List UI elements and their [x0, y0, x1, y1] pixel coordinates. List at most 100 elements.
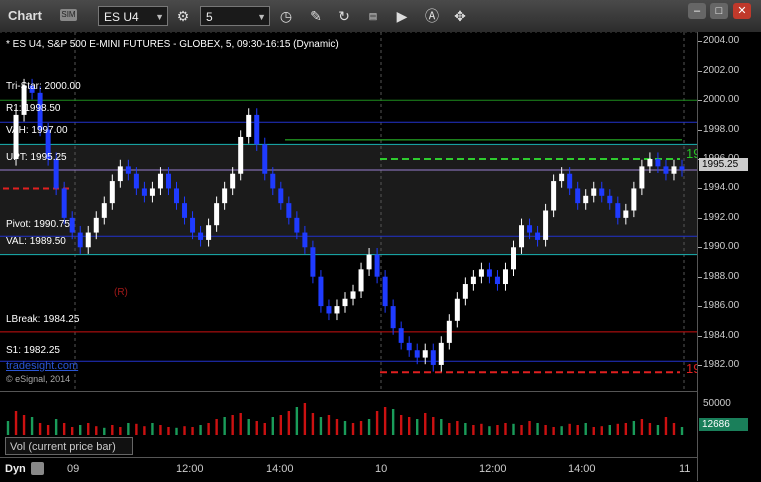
volume-pane[interactable]: [0, 391, 697, 436]
goto-icon[interactable]: ▤: [363, 6, 383, 26]
volume-bar: [536, 423, 539, 435]
pencil-icon[interactable]: ✎: [306, 6, 326, 26]
volume-bar: [143, 426, 146, 435]
volume-bar: [30, 417, 34, 435]
volume-bar: [504, 423, 507, 435]
candle-body-45: [366, 254, 372, 270]
candle-body-32: [262, 144, 268, 174]
price-chart[interactable]: * ES U4, S&P 500 E-MINI FUTURES - GLOBEX…: [0, 32, 700, 390]
play-icon[interactable]: ▶: [392, 6, 412, 26]
candle-body-15: [125, 166, 131, 174]
volume-bar: [175, 427, 178, 435]
interval-input[interactable]: 5 ▼: [200, 6, 270, 26]
tools-icon[interactable]: ✥: [450, 6, 470, 26]
candle-body-74: [599, 188, 605, 196]
volume-bar: [247, 419, 250, 435]
candle-body-26: [214, 203, 220, 226]
volume-bar: [448, 423, 451, 435]
candle-body-38: [310, 247, 316, 277]
volume-bar: [407, 417, 411, 435]
volume-bar: [351, 423, 355, 435]
close-button[interactable]: ✕: [733, 3, 751, 19]
volume-bar: [528, 421, 531, 435]
price-tick-label: 1994.00: [703, 182, 740, 194]
volume-bar: [359, 421, 363, 435]
candle-body-7: [61, 188, 67, 218]
candle-body-9: [77, 232, 83, 248]
volume-bar: [592, 427, 595, 435]
time-label-5: 14:00: [568, 463, 596, 475]
volume-bar: [151, 423, 154, 435]
volume-bar: [295, 407, 299, 435]
price-tick-label: 1986.00: [703, 300, 740, 312]
candle-body-49: [398, 328, 404, 343]
volume-bar: [560, 426, 563, 435]
candle-body-67: [543, 210, 549, 240]
volume-bar: [199, 425, 202, 435]
price-tick-mark: [698, 217, 702, 219]
volume-bar: [664, 417, 668, 435]
price-axis[interactable]: 2004.002002.002000.001998.001996.001994.…: [697, 32, 761, 481]
price-tick-mark: [698, 129, 702, 131]
chart-toolbar: Chart SIM ES U4 ▼ ⚙ 5 ▼ ◷ ✎ ↻ ▤ ▶ Ⓐ ✥ – …: [0, 0, 761, 33]
candle-body-40: [326, 306, 332, 314]
candle-body-66: [535, 232, 541, 240]
candle-body-29: [238, 136, 244, 174]
candle-body-84: [679, 166, 685, 171]
level-label-vah: VAH: 1997.00: [6, 125, 68, 136]
candle-body-51: [414, 350, 420, 358]
volume-bar: [552, 427, 555, 435]
candle-body-62: [502, 269, 508, 285]
volume-bar: [303, 403, 307, 435]
maximize-button[interactable]: □: [710, 3, 728, 19]
alert-icon[interactable]: Ⓐ: [422, 6, 442, 26]
candle-body-19: [157, 173, 163, 189]
candle-body-31: [254, 114, 260, 145]
volume-bar: [103, 427, 106, 435]
candle-body-63: [511, 247, 516, 270]
candle-body-60: [486, 269, 492, 277]
volume-bar: [319, 417, 323, 435]
candle-body-13: [109, 181, 115, 204]
volume-study-label[interactable]: Vol (current price bar): [5, 437, 133, 455]
dyn-icon[interactable]: [31, 462, 44, 475]
candle-body-52: [422, 350, 428, 358]
volume-bar: [279, 415, 283, 435]
time-label-6: 11: [679, 463, 691, 475]
symbol-input[interactable]: ES U4 ▼: [98, 6, 168, 26]
volume-bar: [520, 425, 523, 435]
volume-bar: [343, 421, 347, 435]
time-axis[interactable]: Dyn 09 12:00 14:00 10 12:00 14:00 11: [0, 457, 697, 482]
candle-body-59: [478, 269, 484, 277]
current-volume-value: 12686: [702, 419, 730, 430]
volume-bar: [271, 417, 274, 435]
chart-header: * ES U4, S&P 500 E-MINI FUTURES - GLOBEX…: [6, 39, 339, 50]
volume-bar: [488, 426, 491, 435]
candle-body-36: [294, 217, 300, 233]
candle-body-71: [575, 188, 581, 204]
dyn-button[interactable]: Dyn: [5, 463, 26, 475]
candle-body-57: [462, 284, 468, 299]
volume-bar: [215, 419, 218, 435]
copyright: © eSignal, 2014: [6, 374, 71, 384]
volume-bar: [544, 425, 547, 435]
price-tick-mark: [698, 41, 702, 43]
candle-body-17: [141, 188, 147, 196]
candle-body-70: [567, 173, 573, 189]
clock-icon[interactable]: ◷: [276, 6, 296, 26]
volume-bar: [416, 419, 419, 435]
volume-bar: [375, 411, 379, 435]
candle-body-39: [318, 276, 324, 307]
volume-bar: [648, 423, 652, 435]
candle-body-24: [198, 232, 204, 240]
volume-bar: [464, 423, 467, 435]
settings-gear-icon[interactable]: ⚙: [173, 6, 193, 26]
candle-body-82: [663, 166, 669, 174]
candle-body-48: [390, 306, 396, 329]
refresh-icon[interactable]: ↻: [334, 6, 354, 26]
chart-title: Chart: [8, 8, 42, 23]
minimize-button[interactable]: –: [688, 3, 706, 19]
candle-body-54: [438, 342, 444, 365]
candle-body-72: [583, 195, 589, 204]
candle-body-69: [559, 173, 565, 182]
